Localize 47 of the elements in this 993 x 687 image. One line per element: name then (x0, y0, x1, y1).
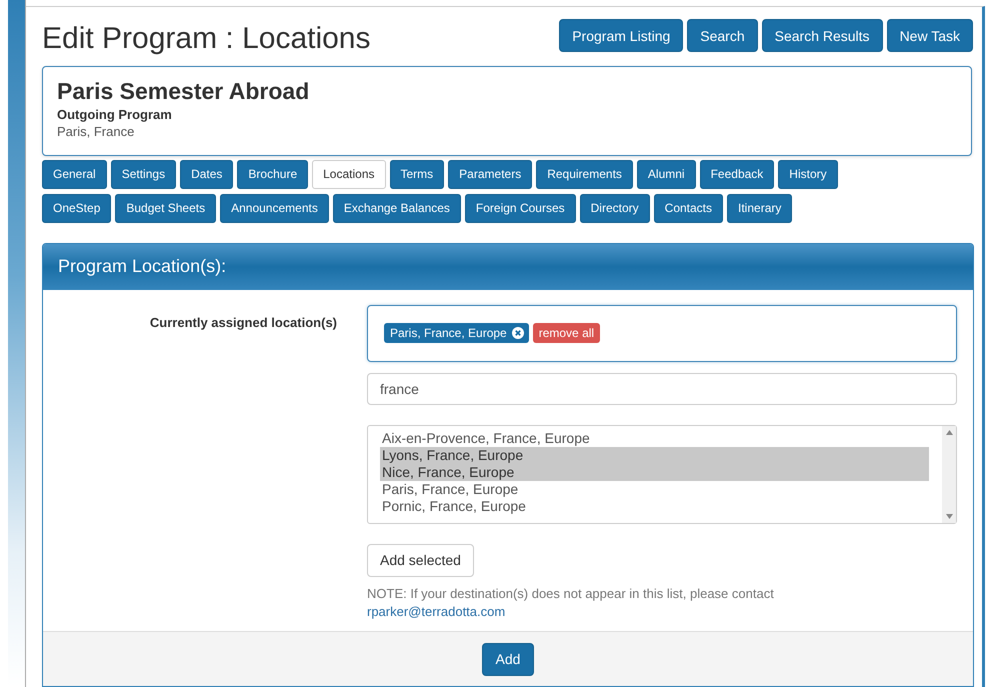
page-title: Edit Program : Locations (42, 20, 370, 56)
field-label: Currently assigned location(s) (148, 314, 337, 332)
tab[interactable]: History (778, 160, 838, 189)
tab[interactable]: General (42, 160, 107, 189)
tab[interactable]: Feedback (700, 160, 774, 189)
location-listbox[interactable]: Aix-en-Provence, France, Europe Lyons, France, Europe Nice, France, Europe Paris, France, Europe Pornic, France, Europe (367, 424, 957, 524)
tab[interactable]: Directory (580, 194, 650, 223)
tab[interactable]: OneStep (42, 194, 112, 223)
panel-header: Program Location(s): (43, 244, 973, 290)
nav-button[interactable]: New Task (886, 19, 973, 52)
add-button[interactable]: Add (482, 642, 534, 676)
location-option[interactable]: Nice, France, Europe (380, 464, 929, 481)
tab[interactable]: Budget Sheets (115, 194, 216, 223)
scroll-up-icon[interactable] (946, 430, 952, 435)
tab[interactable]: Announcements (220, 194, 329, 223)
program-type: Outgoing Program (57, 106, 173, 122)
tab[interactable]: Dates (180, 160, 234, 189)
email-link[interactable]: rparker@terradotta.com (367, 604, 506, 619)
assigned-locations-field[interactable]: Paris, France, Europe remove all (367, 304, 957, 362)
remove-all-button[interactable]: remove all (532, 323, 600, 344)
remove-icon[interactable] (512, 327, 524, 340)
tab[interactable]: Locations (312, 160, 386, 189)
tag-label: Paris, France, Europe (390, 326, 507, 340)
nav-button[interactable]: Search (687, 19, 758, 52)
program-name: Paris Semester Abroad (57, 78, 310, 105)
tab[interactable]: Itinerary (727, 194, 792, 223)
note-text: NOTE: If your destination(s) does not appear in this list, please contact (367, 584, 775, 603)
tab[interactable]: Foreign Courses (464, 194, 576, 223)
tab[interactable]: Contacts (654, 194, 724, 223)
tab[interactable]: Parameters (448, 160, 532, 189)
location-option[interactable]: Pornic, France, Europe (380, 498, 929, 515)
tab[interactable]: Requirements (536, 160, 633, 189)
scrollbar[interactable] (942, 426, 956, 523)
scroll-down-icon[interactable] (946, 514, 952, 519)
tab[interactable]: Terms (390, 160, 444, 189)
nav-button[interactable]: Search Results (762, 19, 883, 52)
location-option[interactable]: Lyons, France, Europe (380, 446, 929, 464)
add-selected-button[interactable]: Add selected (367, 544, 474, 577)
program-location: Paris, France (57, 124, 136, 139)
tab[interactable]: Brochure (237, 160, 308, 189)
location-option[interactable]: Paris, France, Europe (380, 480, 929, 498)
tab[interactable]: Alumni (636, 160, 696, 189)
tab[interactable]: Exchange Balances (332, 194, 461, 223)
location-option[interactable]: Aix-en-Provence, France, Europe (380, 430, 929, 447)
tab[interactable]: Settings (110, 160, 176, 189)
nav-button[interactable]: Program Listing (559, 19, 684, 52)
search-field[interactable]: france (367, 372, 957, 405)
